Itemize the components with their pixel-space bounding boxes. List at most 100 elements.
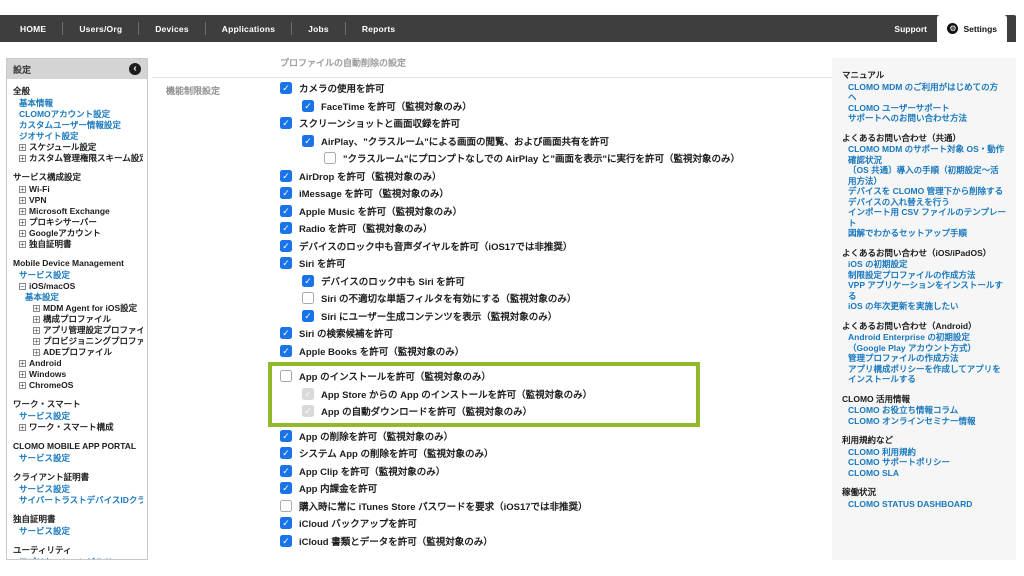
help-link[interactable]: 〔OS 共通〕導入の手順（初期設定～活用方法）: [842, 165, 1006, 186]
sidebar-item[interactable]: +プロキシサーバー: [13, 217, 143, 228]
checkbox[interactable]: ✓: [280, 535, 292, 547]
help-link[interactable]: サポートへのお問い合わせ方法: [842, 113, 1006, 124]
collapse-icon[interactable]: −: [19, 283, 26, 290]
checkbox-label[interactable]: iMessage を許可（監視対象のみ）: [299, 186, 449, 200]
checkbox[interactable]: ✓: [280, 482, 292, 494]
nav-item-support[interactable]: Support: [880, 24, 941, 34]
expand-icon[interactable]: +: [19, 186, 26, 193]
checkbox[interactable]: [324, 152, 336, 164]
checkbox-label[interactable]: 購入時に常に iTunes Store パスワードを要求（iOS17では非推奨）: [299, 499, 588, 513]
checkbox-label[interactable]: Apple Music を許可（監視対象のみ）: [299, 204, 462, 218]
checkbox-label[interactable]: App のインストールを許可（監視対象のみ）: [299, 369, 491, 383]
checkbox-label[interactable]: App の削除を許可（監視対象のみ）: [299, 429, 453, 443]
checkbox-label[interactable]: App 内課金を許可: [299, 481, 377, 495]
sidebar-item[interactable]: サービス設定: [13, 526, 143, 537]
sidebar-item[interactable]: サービス設定: [13, 270, 143, 281]
help-link[interactable]: インポート用 CSV ファイルのテンプレート: [842, 207, 1006, 228]
help-link[interactable]: CLOMO SLA: [842, 468, 1006, 479]
expand-icon[interactable]: +: [19, 360, 26, 367]
checkbox[interactable]: ✓: [302, 310, 314, 322]
sidebar-item[interactable]: +Android: [13, 358, 143, 369]
sidebar-item[interactable]: ジオサイト設定: [13, 131, 143, 142]
sidebar-item[interactable]: +ChromeOS: [13, 380, 143, 391]
checkbox[interactable]: ✓: [280, 447, 292, 459]
checkbox[interactable]: ✓: [302, 135, 314, 147]
checkbox[interactable]: ✓: [280, 82, 292, 94]
sidebar-item[interactable]: カスタムユーザー情報設定: [13, 120, 143, 131]
sidebar-item[interactable]: CLOMOアカウント設定: [13, 109, 143, 120]
sidebar-item[interactable]: +MDM Agent for iOS設定: [13, 303, 143, 314]
sidebar-item[interactable]: +Wi-Fi: [13, 184, 143, 195]
expand-icon[interactable]: +: [33, 338, 40, 345]
sidebar-item[interactable]: +ADEプロファイル: [13, 347, 143, 358]
help-link[interactable]: 図解でわかるセットアップ手順: [842, 228, 1006, 239]
nav-item-home[interactable]: HOME: [4, 24, 62, 34]
checkbox[interactable]: ✓: [280, 240, 292, 252]
expand-icon[interactable]: +: [33, 316, 40, 323]
checkbox[interactable]: ✓: [280, 430, 292, 442]
checkbox[interactable]: ✓: [280, 257, 292, 269]
checkbox-label[interactable]: AirDrop を許可（監視対象のみ）: [299, 169, 442, 183]
checkbox[interactable]: ✓: [280, 345, 292, 357]
expand-icon[interactable]: +: [19, 371, 26, 378]
expand-icon[interactable]: +: [33, 349, 40, 356]
checkbox-label[interactable]: Apple Books を許可（監視対象のみ）: [299, 344, 464, 358]
checkbox[interactable]: ✓: [302, 275, 314, 287]
nav-item-reports[interactable]: Reports: [346, 24, 412, 34]
sidebar-item[interactable]: 基本情報: [13, 98, 143, 109]
sidebar-item[interactable]: サービス設定: [13, 484, 143, 495]
checkbox-label[interactable]: Siri の不適切な単語フィルタを有効にする（監視対象のみ）: [321, 291, 576, 305]
sidebar-item[interactable]: +構成プロファイル: [13, 314, 143, 325]
expand-icon[interactable]: +: [19, 219, 26, 226]
help-link[interactable]: CLOMO お役立ち情報コラム: [842, 405, 1006, 416]
sidebar-item[interactable]: サービス設定: [13, 453, 143, 464]
help-link[interactable]: iOS の初期設定: [842, 259, 1006, 270]
sidebar-item[interactable]: +VPN: [13, 195, 143, 206]
help-link[interactable]: アプリ構成ポリシーを作成してアプリをインストールする: [842, 364, 1006, 385]
expand-icon[interactable]: +: [33, 327, 40, 334]
checkbox[interactable]: ✓: [280, 117, 292, 129]
checkbox-label[interactable]: FaceTime を許可（監視対象のみ）: [321, 99, 472, 113]
expand-icon[interactable]: +: [19, 424, 26, 431]
expand-icon[interactable]: +: [19, 197, 26, 204]
checkbox-label[interactable]: Radio を許可（監視対象のみ）: [299, 221, 433, 235]
checkbox-label[interactable]: iCloud バックアップを許可: [299, 516, 417, 530]
help-link[interactable]: CLOMO MDM のご利用がはじめての方へ: [842, 82, 1006, 103]
expand-icon[interactable]: +: [33, 305, 40, 312]
checkbox-label[interactable]: スクリーンショットと画面収録を許可: [299, 116, 460, 130]
checkbox[interactable]: ✓: [280, 170, 292, 182]
expand-icon[interactable]: +: [19, 144, 26, 151]
checkbox-label[interactable]: デバイスのロック中も音声ダイヤルを許可（iOS17では非推奨）: [299, 239, 572, 253]
checkbox-label[interactable]: iCloud 書類とデータを許可（監視対象のみ）: [299, 534, 493, 548]
help-link[interactable]: CLOMO サポートポリシー: [842, 457, 1006, 468]
checkbox-label[interactable]: AirPlay、"クラスルーム"による画面の閲覧、および画面共有を許可: [321, 134, 609, 148]
sidebar-item[interactable]: +独自証明書: [13, 239, 143, 250]
checkbox-label[interactable]: カメラの使用を許可: [299, 81, 385, 95]
sidebar-collapse-button[interactable]: ‹: [129, 63, 141, 75]
expand-icon[interactable]: +: [19, 155, 26, 162]
sidebar-item[interactable]: +スケジュール設定: [13, 142, 143, 153]
help-link[interactable]: iOS の年次更新を実施したい: [842, 301, 1006, 312]
help-link[interactable]: デバイスの入れ替えを行う: [842, 197, 1006, 208]
checkbox-label[interactable]: "クラスルーム"にプロンプトなしでの AirPlay と"画面を表示"に実行を許…: [343, 151, 740, 165]
nav-item-jobs[interactable]: Jobs: [292, 24, 345, 34]
sidebar-item[interactable]: +プロビジョニングプロファイル: [13, 336, 143, 347]
help-link[interactable]: CLOMO ユーザーサポート: [842, 103, 1006, 114]
sidebar-item[interactable]: アプリケーションビルド: [13, 557, 143, 560]
help-link[interactable]: CLOMO MDM のサポート対象 OS・動作確認状況: [842, 144, 1006, 165]
expand-icon[interactable]: +: [19, 230, 26, 237]
sidebar-item[interactable]: +カスタム管理権限スキーム設定: [13, 153, 143, 164]
nav-item-users-org[interactable]: Users/Org: [63, 24, 138, 34]
checkbox-label[interactable]: システム App の削除を許可（監視対象のみ）: [299, 446, 493, 460]
checkbox[interactable]: ✓: [280, 222, 292, 234]
checkbox-label[interactable]: デバイスのロック中も Siri を許可: [321, 274, 465, 288]
checkbox-label[interactable]: Siri を許可: [299, 256, 345, 270]
checkbox[interactable]: ✓: [280, 205, 292, 217]
checkbox[interactable]: ✓: [280, 465, 292, 477]
help-link[interactable]: デバイスを CLOMO 管理下から削除する: [842, 186, 1006, 197]
sidebar-item[interactable]: +Googleアカウント: [13, 228, 143, 239]
checkbox-label[interactable]: Siri の検索候補を許可: [299, 326, 393, 340]
help-link[interactable]: CLOMO 利用規約: [842, 447, 1006, 458]
expand-icon[interactable]: +: [19, 382, 26, 389]
sidebar-item[interactable]: +ワーク・スマート構成: [13, 422, 143, 433]
